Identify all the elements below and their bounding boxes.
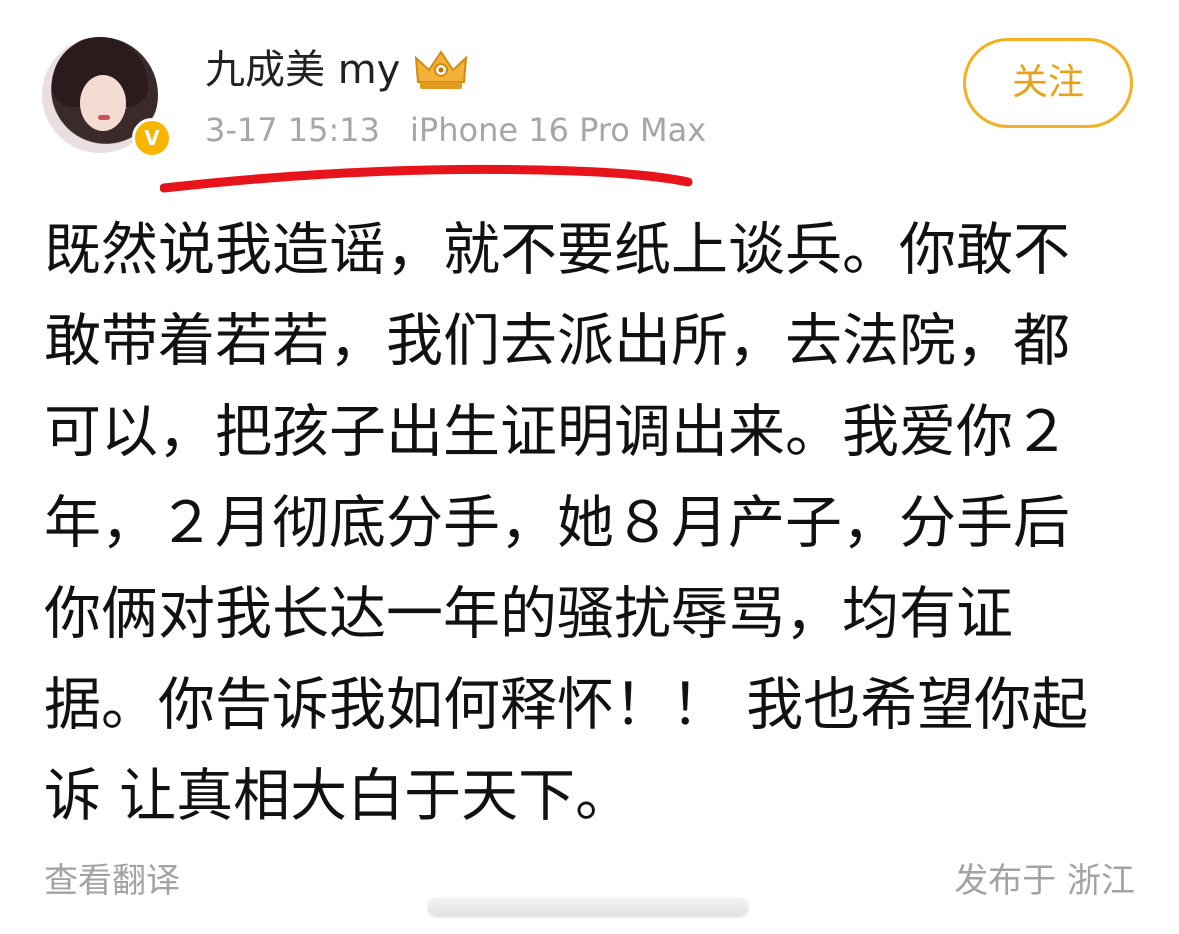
- avatar-face: [80, 75, 126, 131]
- author-name[interactable]: 九成美 my: [205, 44, 400, 96]
- scroll-indicator[interactable]: [428, 898, 748, 916]
- post-date: 3-17 15:13: [205, 111, 381, 149]
- post-body-line: 可以，把孩子出生证明调出来。我爱你２: [44, 399, 1070, 465]
- crown-icon: [414, 50, 468, 89]
- post-body-line: 年，２月彻底分手，她８月产子，分手后: [44, 490, 1070, 556]
- post-body-line: 你俩对我长达一年的骚扰辱骂，均有证: [44, 581, 1013, 647]
- post-body-line: 据。你告诉我如何释怀！！ 我也希望你起: [44, 672, 1089, 738]
- red-underline-annotation: [160, 164, 693, 193]
- verified-badge-icon: V: [132, 118, 172, 158]
- translate-link[interactable]: 查看翻译: [44, 853, 180, 902]
- post-body-line: 敢带着若若，我们去派出所，去法院，都: [44, 308, 1070, 374]
- post-meta: 3-17 15:13 iPhone 16 Pro Max: [205, 108, 706, 152]
- post-body-line: 既然说我造谣，就不要纸上谈兵。你敢不: [44, 217, 1070, 283]
- post-location: 发布于 浙江: [954, 861, 1135, 901]
- post-device: iPhone 16 Pro Max: [410, 111, 707, 149]
- follow-button[interactable]: 关注: [963, 38, 1133, 128]
- post-body-line: 诉 让真相大白于天下。: [44, 763, 633, 829]
- post-body: 既然说我造谣，就不要纸上谈兵。你敢不 敢带着若若，我们去派出所，去法院，都 可以…: [44, 205, 1144, 842]
- avatar-lip: [98, 115, 110, 120]
